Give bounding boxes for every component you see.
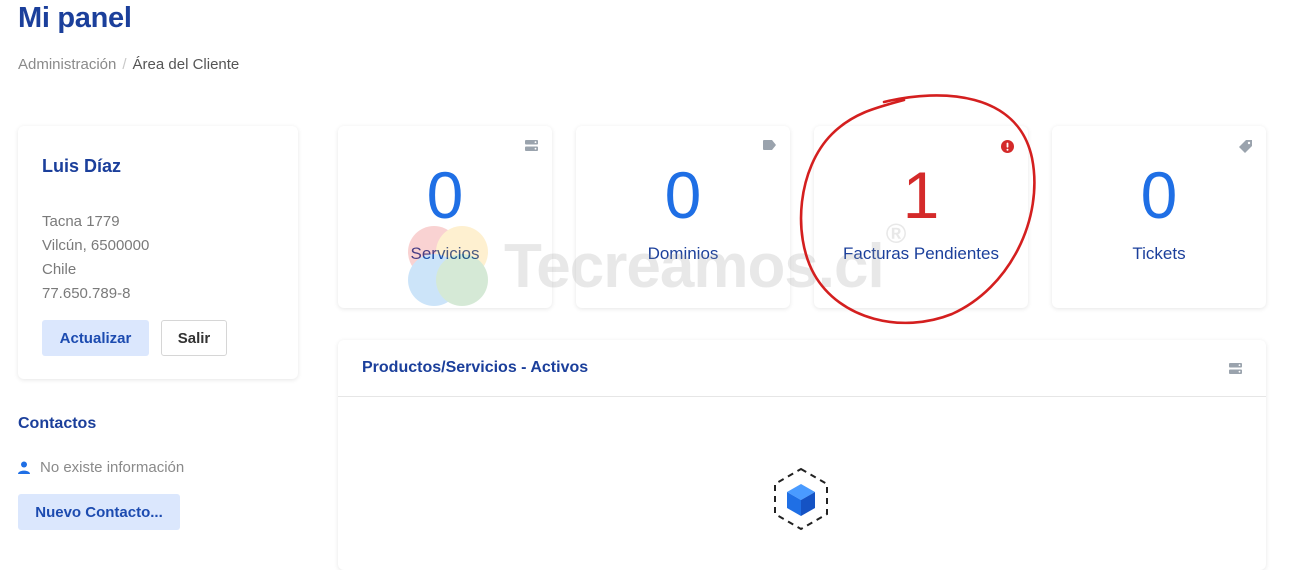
update-profile-button[interactable]: Actualizar [42,320,149,356]
breadcrumb: Administración / Área del Cliente [18,56,239,73]
breadcrumb-root-link[interactable]: Administración [18,56,116,73]
panel-title: Productos/Servicios - Activos [362,359,589,376]
contacts-empty-text: No existe información [40,459,185,476]
stat-value: 0 [664,158,702,232]
user-icon [18,461,30,474]
address-line: Tacna 1779 [42,213,120,230]
client-name: Luis Díaz [42,156,122,176]
alert-icon [1001,140,1014,153]
contacts-heading: Contactos [18,415,97,432]
stat-value: 0 [1140,158,1178,232]
address-line: 77.650.789-8 [42,285,131,302]
server-icon [1229,362,1242,374]
stat-label: Facturas Pendientes [843,244,999,263]
stat-label: Dominios [647,244,719,263]
tag-icon [763,140,776,150]
contacts-empty-state: No existe información [18,459,184,476]
server-icon [525,140,538,151]
loading-cube-icon [774,467,828,531]
stat-label: Tickets [1132,244,1186,263]
breadcrumb-current: Área del Cliente [132,56,240,73]
stat-tile-pending-invoices[interactable]: 1 Facturas Pendientes [814,126,1028,308]
new-contact-button[interactable]: Nuevo Contacto... [18,494,180,530]
breadcrumb-separator: / [122,56,127,73]
stat-tile-services[interactable]: 0 Servicios [338,126,552,308]
client-profile-card: Luis Díaz Tacna 1779 Vilcún, 6500000 Chi… [18,126,298,379]
client-address: Tacna 1779 Vilcún, 6500000 Chile 77.650.… [42,210,149,306]
logout-button[interactable]: Salir [161,320,227,356]
stat-value: 0 [426,158,464,232]
page-title: Mi panel [18,2,132,34]
stat-tile-domains[interactable]: 0 Dominios [576,126,790,308]
stat-label: Servicios [410,244,480,263]
ticket-icon [1239,140,1252,153]
active-products-panel: Productos/Servicios - Activos [338,340,1266,570]
stat-tile-tickets[interactable]: 0 Tickets [1052,126,1266,308]
address-line: Vilcún, 6500000 [42,237,150,254]
panel-header: Productos/Servicios - Activos [338,340,1266,397]
address-line: Chile [42,261,77,278]
stat-value: 1 [902,158,940,232]
